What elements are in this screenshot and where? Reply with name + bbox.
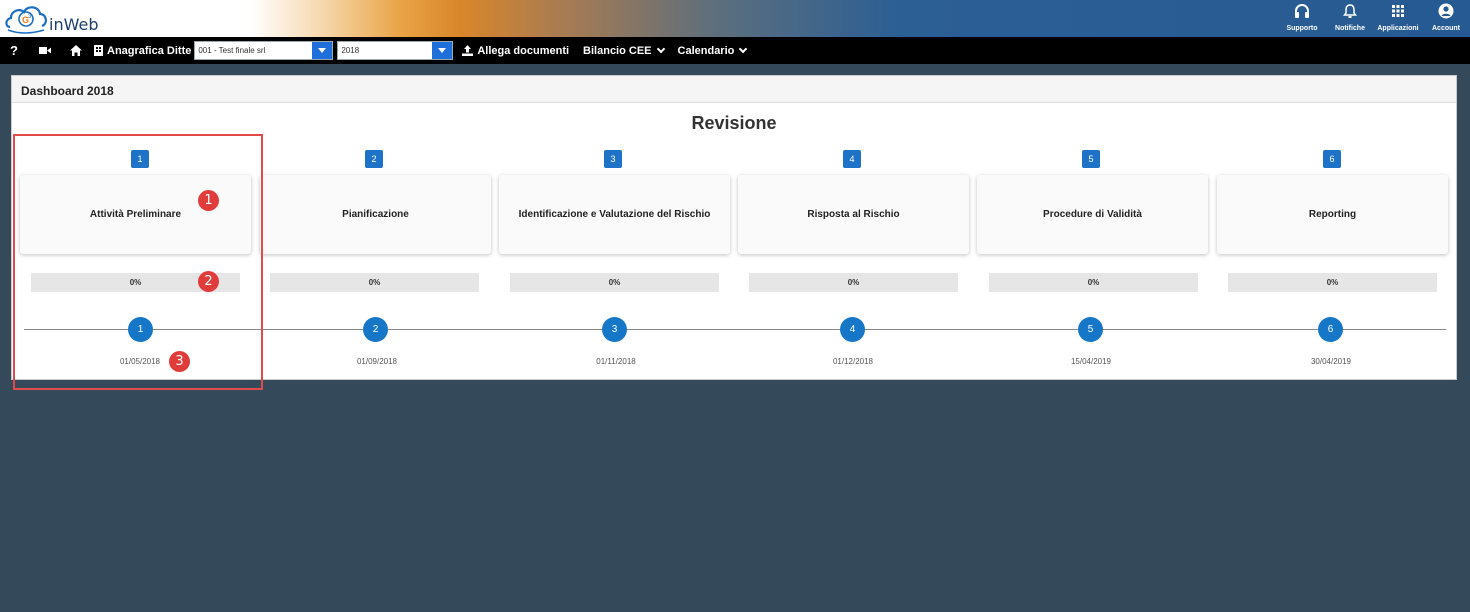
phase-card-risposta-rischio[interactable]: Risposta al Rischio (738, 175, 969, 254)
main-navbar: ? Anagrafica Ditte 001 - Test finale srl… (0, 37, 1470, 64)
dashboard-panel: Dashboard 2018 Revisione 1 2 3 4 5 6 Att… (11, 75, 1457, 390)
timeline-date: 15/04/2019 (1070, 357, 1112, 366)
phase-card-reporting[interactable]: Reporting (1217, 175, 1448, 254)
top-banner: G 3 inWeb Supporto Notifiche Applicazion… (0, 0, 1470, 37)
allega-documenti-button[interactable]: Allega documenti (462, 45, 569, 57)
timeline-node[interactable]: 4 (840, 317, 865, 342)
step-badge: 2 (365, 150, 383, 168)
anagrafica-ditte-label: Anagrafica Ditte (107, 44, 192, 57)
timeline-date: 01/12/2018 (832, 357, 874, 366)
app-name: inWeb (49, 15, 99, 34)
panel-header: Dashboard 2018 (12, 76, 1456, 103)
phase-card-procedure-validita[interactable]: Procedure di Validità (977, 175, 1208, 254)
timeline-node[interactable]: 5 (1078, 317, 1103, 342)
upload-icon (462, 45, 474, 56)
step-badge: 3 (604, 150, 622, 168)
company-select[interactable]: 001 - Test finale srl (194, 41, 334, 60)
top-actions: Supporto Notifiche Applicazioni Account (1278, 0, 1470, 37)
callout-badge: 3 (169, 351, 190, 372)
chevron-down-icon (739, 44, 748, 53)
applications-label: Applicazioni (1377, 25, 1419, 32)
bell-icon (1343, 4, 1357, 18)
home-icon[interactable] (62, 37, 90, 64)
timeline-line (24, 329, 1446, 330)
progress-bar: 0% (510, 273, 719, 292)
timeline-node[interactable]: 2 (363, 317, 388, 342)
chevron-down-icon (656, 44, 665, 53)
progress-bar: 0% (989, 273, 1198, 292)
allega-documenti-label: Allega documenti (477, 44, 570, 57)
timeline-node[interactable]: 1 (128, 317, 153, 342)
apps-grid-icon (1392, 5, 1404, 17)
app-logo[interactable]: G 3 inWeb (4, 2, 124, 35)
support-label: Supporto (1286, 25, 1318, 32)
phase-card-pianificazione[interactable]: Pianificazione (260, 175, 491, 254)
step-badge: 6 (1323, 150, 1341, 168)
bilancio-cee-menu[interactable]: Bilancio CEE (583, 44, 665, 57)
progress-bar: 0% (749, 273, 958, 292)
highlight-box (13, 134, 263, 390)
year-select[interactable]: 2018 (337, 41, 454, 60)
company-select-value: 001 - Test finale srl (198, 46, 266, 55)
help-button[interactable]: ? (0, 37, 28, 64)
calendario-menu[interactable]: Calendario (677, 44, 748, 57)
timeline-node[interactable]: 3 (602, 317, 627, 342)
phase-card-identificazione-rischio[interactable]: Identificazione e Valutazione del Rischi… (499, 175, 730, 254)
chevron-down-icon[interactable] (432, 42, 453, 59)
chevron-down-icon[interactable] (312, 42, 333, 59)
building-icon (94, 45, 103, 56)
section-title: Revisione (691, 113, 777, 133)
callout-badge: 1 (198, 190, 219, 211)
step-badge: 1 (131, 150, 149, 168)
notifications-button[interactable]: Notifiche (1326, 0, 1374, 37)
step-badge: 4 (843, 150, 861, 168)
headset-icon (1295, 4, 1309, 18)
timeline-date: 30/04/2019 (1310, 357, 1352, 366)
user-circle-icon (1438, 3, 1454, 19)
year-select-value: 2018 (341, 46, 360, 55)
video-icon[interactable] (28, 37, 62, 64)
timeline-node[interactable]: 6 (1318, 317, 1343, 342)
anagrafica-ditte-menu[interactable]: Anagrafica Ditte (94, 45, 191, 57)
notifications-label: Notifiche (1335, 25, 1365, 32)
timeline-date: 01/09/2018 (356, 357, 398, 366)
step-badge: 5 (1082, 150, 1100, 168)
applications-button[interactable]: Applicazioni (1374, 0, 1422, 37)
cloud-logo-icon: G 3 (5, 6, 47, 34)
support-button[interactable]: Supporto (1278, 0, 1326, 37)
callout-badge: 2 (198, 271, 219, 292)
bilancio-cee-label: Bilancio CEE (583, 44, 652, 57)
account-label: Account (1432, 25, 1460, 32)
progress-bar: 0% (270, 273, 479, 292)
phase-card-attivita-preliminare[interactable]: Attività Preliminare (20, 175, 251, 254)
calendario-label: Calendario (677, 44, 735, 57)
progress-bar: 0% (1228, 273, 1437, 292)
account-button[interactable]: Account (1422, 0, 1470, 37)
timeline-date: 01/11/2018 (596, 357, 636, 366)
